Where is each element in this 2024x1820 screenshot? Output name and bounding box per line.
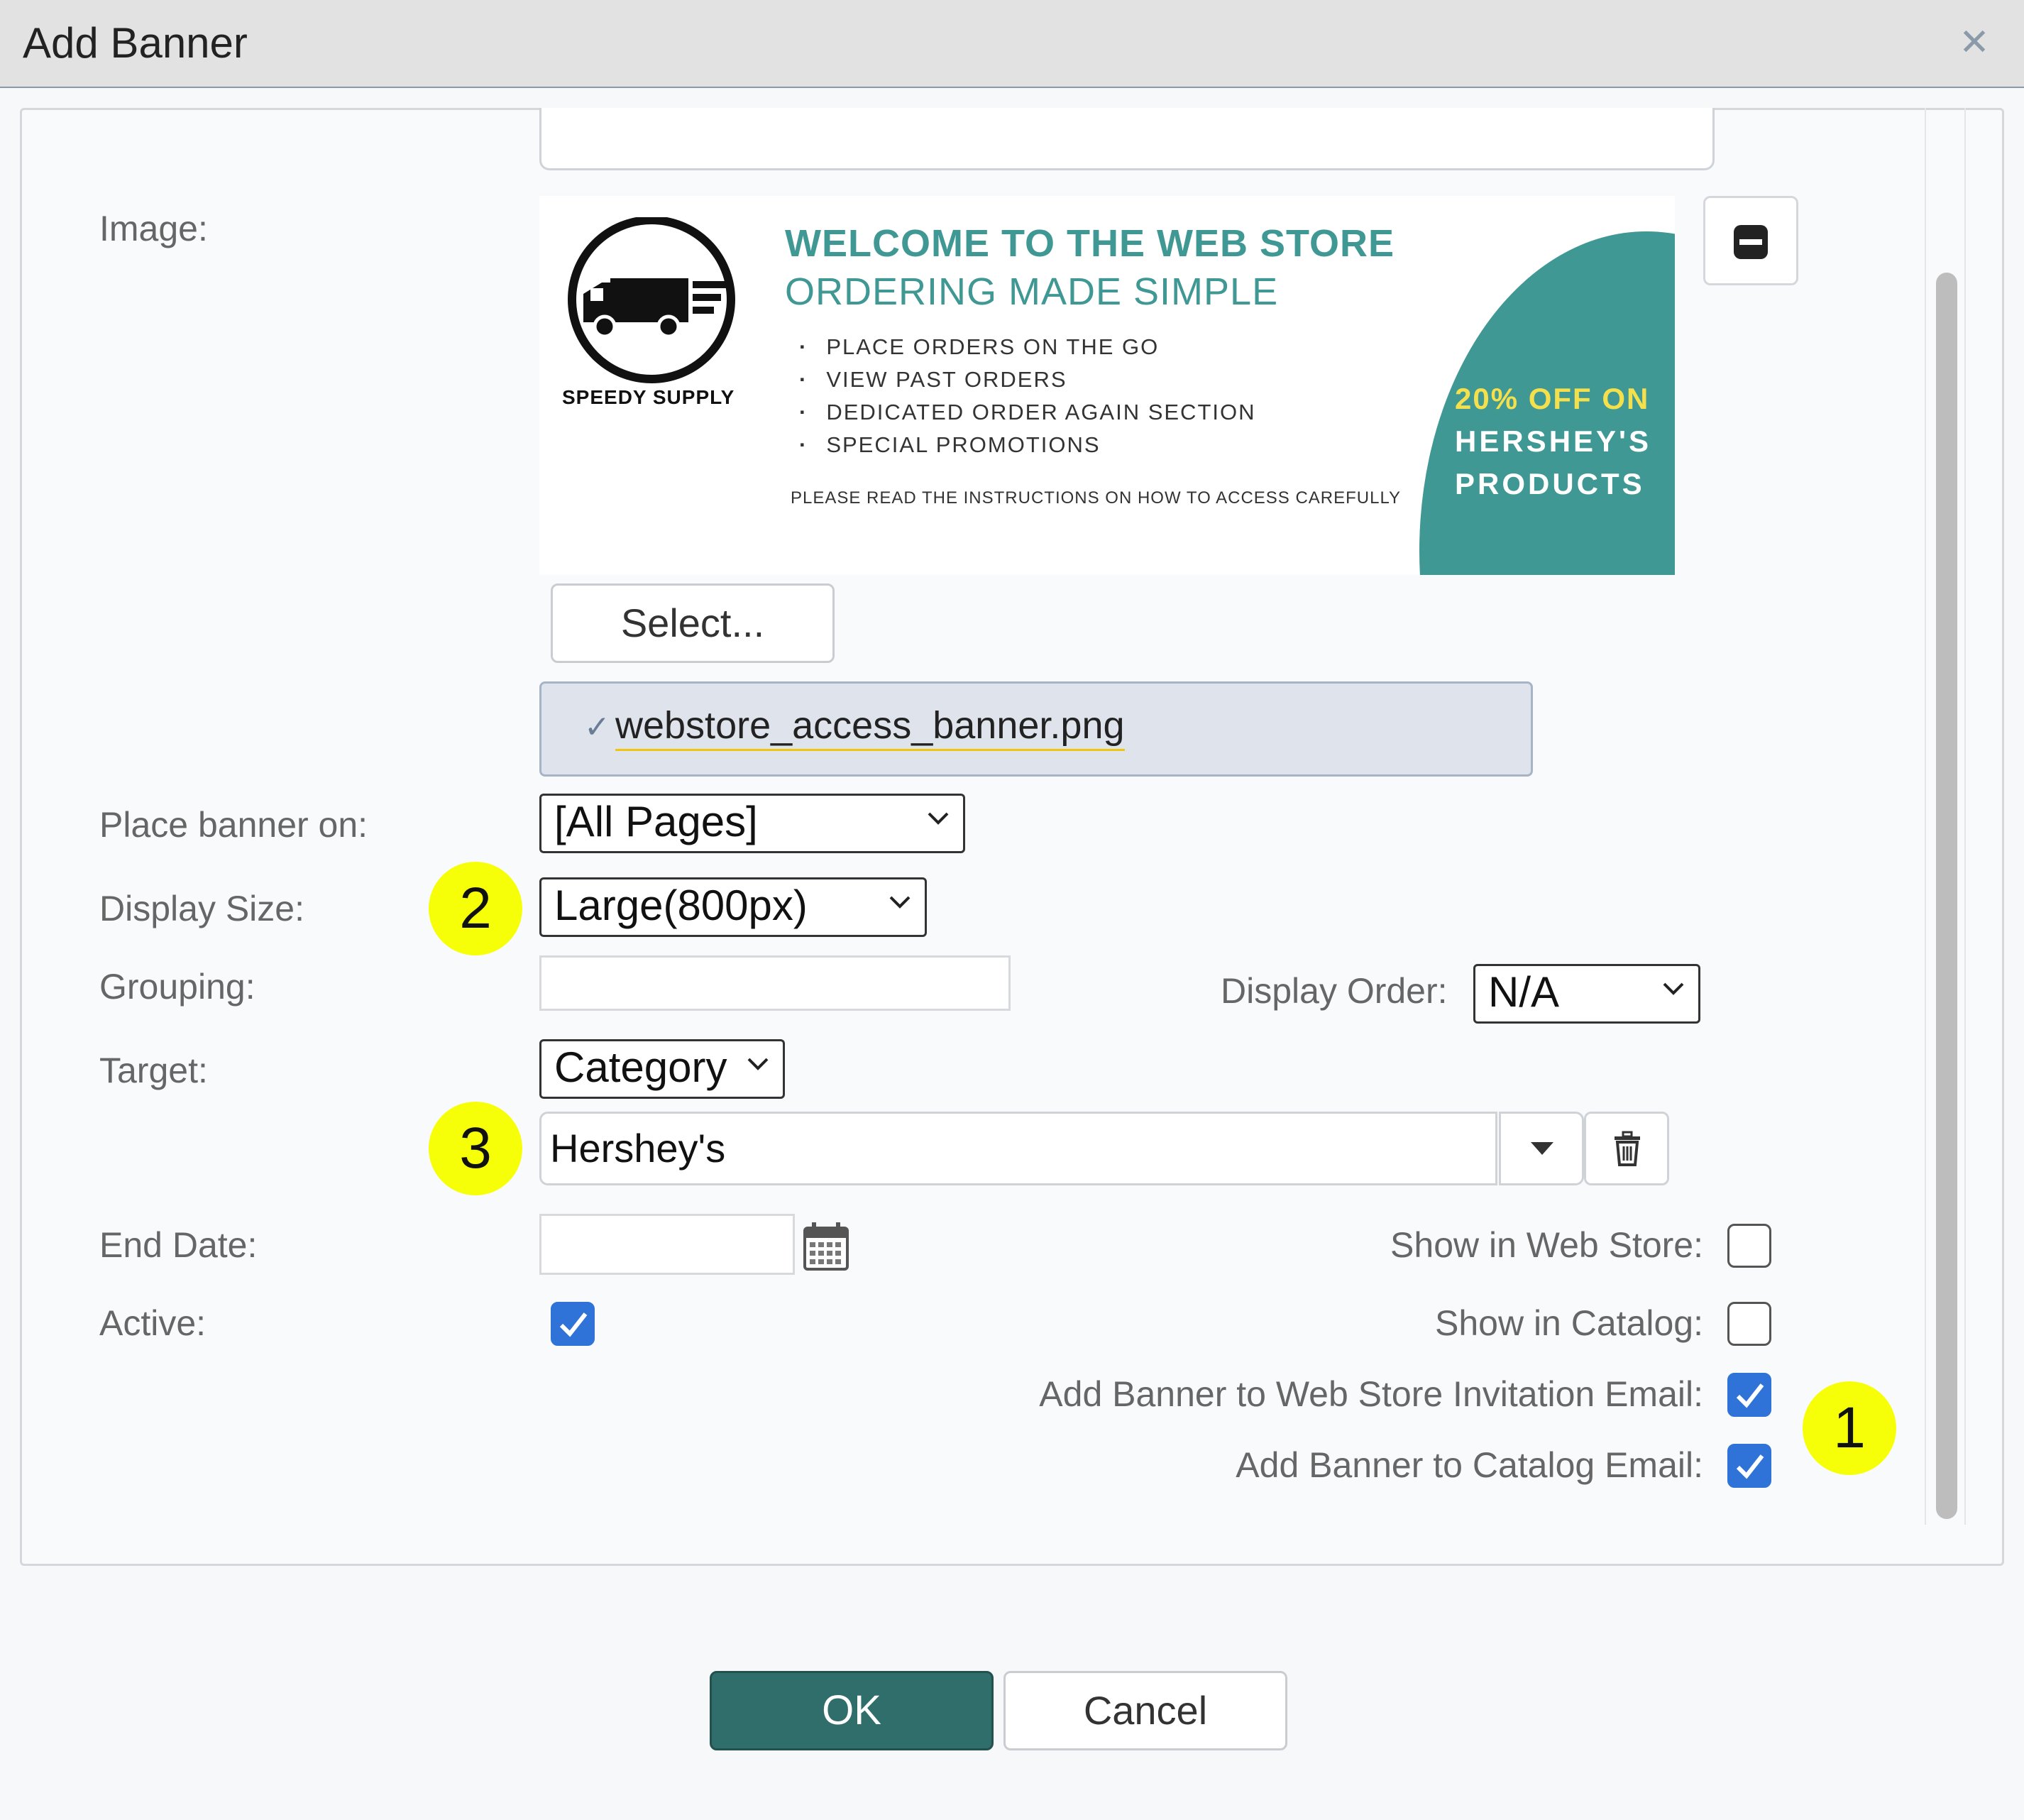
scrollbar-thumb[interactable] [1936, 273, 1957, 1519]
target-select[interactable]: Category [539, 1039, 785, 1099]
clear-category-button[interactable] [1584, 1112, 1669, 1185]
banner-image-preview: SPEEDY SUPPLY WELCOME TO THE WEB STORE O… [539, 196, 1675, 575]
chevron-down-icon [889, 896, 911, 909]
banner-bullet-list: PLACE ORDERS ON THE GO VIEW PAST ORDERS … [799, 331, 1256, 461]
display-size-label: Display Size: [99, 889, 304, 928]
add-to-catalog-email-label: Add Banner to Catalog Email: [1236, 1445, 1703, 1485]
banner-bullet: VIEW PAST ORDERS [799, 363, 1256, 396]
banner-note: PLEASE READ THE INSTRUCTIONS ON HOW TO A… [791, 488, 1402, 508]
add-to-web-store-invitation-email-label: Add Banner to Web Store Invitation Email… [1039, 1374, 1703, 1414]
banner-promo-line2: HERSHEY'S [1455, 424, 1652, 458]
banner-promo: 20% OFF ON HERSHEY'S PRODUCTS [1455, 378, 1668, 505]
image-label: Image: [99, 209, 208, 248]
grouping-input[interactable] [539, 955, 1011, 1011]
category-input[interactable]: Hershey's [539, 1112, 1497, 1185]
dialog-header [0, 0, 2024, 88]
select-image-button[interactable]: Select... [551, 583, 835, 663]
banner-promo-line1: 20% OFF ON [1455, 382, 1650, 415]
banner-bullet: PLACE ORDERS ON THE GO [799, 331, 1256, 363]
display-order-select[interactable]: N/A [1473, 964, 1700, 1024]
display-order-value: N/A [1488, 968, 1560, 1016]
selected-file: ✓ webstore_access_banner.png [539, 681, 1533, 777]
annotation-badge-3: 3 [429, 1102, 522, 1195]
file-name[interactable]: webstore_access_banner.png [615, 702, 1125, 751]
show-in-web-store-label: Show in Web Store: [1390, 1225, 1703, 1265]
remove-image-button[interactable] [1703, 196, 1798, 285]
display-order-label: Display Order: [1221, 971, 1448, 1011]
truck-logo-icon [568, 217, 735, 383]
target-label: Target: [99, 1051, 208, 1090]
check-icon [1736, 1383, 1764, 1408]
banner-bullet: SPECIAL PROMOTIONS [799, 429, 1256, 461]
chevron-down-icon [928, 812, 949, 825]
banner-bullet: DEDICATED ORDER AGAIN SECTION [799, 396, 1256, 429]
trash-icon [1615, 1131, 1640, 1166]
banner-headline: WELCOME TO THE WEB STORE [785, 222, 1395, 265]
category-dropdown-button[interactable] [1499, 1112, 1584, 1185]
description-field[interactable] [539, 108, 1715, 170]
close-icon[interactable]: ✕ [1953, 21, 1996, 64]
annotation-badge-2: 2 [429, 862, 522, 955]
active-checkbox[interactable] [551, 1302, 595, 1346]
display-size-select[interactable]: Large(800px) [539, 877, 927, 937]
dialog-title: Add Banner [23, 19, 248, 67]
add-to-web-store-invitation-email-checkbox[interactable] [1727, 1373, 1771, 1417]
end-date-input[interactable] [539, 1214, 795, 1275]
grouping-label: Grouping: [99, 967, 255, 1007]
annotation-badge-1: 1 [1803, 1381, 1896, 1475]
show-in-web-store-checkbox[interactable] [1727, 1224, 1771, 1268]
display-size-value: Large(800px) [554, 882, 808, 929]
active-label: Active: [99, 1303, 207, 1343]
place-banner-on-select[interactable]: [All Pages] [539, 794, 965, 853]
check-icon: ✓ [584, 710, 610, 745]
add-to-catalog-email-checkbox[interactable] [1727, 1444, 1771, 1488]
show-in-catalog-label: Show in Catalog: [1434, 1303, 1703, 1343]
check-icon [1736, 1454, 1764, 1479]
calendar-icon[interactable] [803, 1222, 849, 1271]
cancel-button[interactable]: Cancel [1003, 1671, 1287, 1750]
show-in-catalog-checkbox[interactable] [1727, 1302, 1771, 1346]
target-value: Category [554, 1043, 727, 1091]
end-date-label: End Date: [99, 1225, 258, 1265]
place-banner-on-label: Place banner on: [99, 805, 368, 845]
caret-down-icon [1531, 1142, 1553, 1155]
check-icon [559, 1312, 588, 1337]
ok-button[interactable]: OK [710, 1671, 994, 1750]
banner-brand-name: SPEEDY SUPPLY [562, 386, 735, 408]
banner-subheadline: ORDERING MADE SIMPLE [785, 270, 1279, 313]
chevron-down-icon [1663, 982, 1684, 995]
minus-square-icon [1734, 225, 1768, 259]
chevron-down-icon [747, 1058, 769, 1070]
banner-promo-line3: PRODUCTS [1455, 467, 1645, 500]
place-banner-on-value: [All Pages] [554, 798, 758, 845]
